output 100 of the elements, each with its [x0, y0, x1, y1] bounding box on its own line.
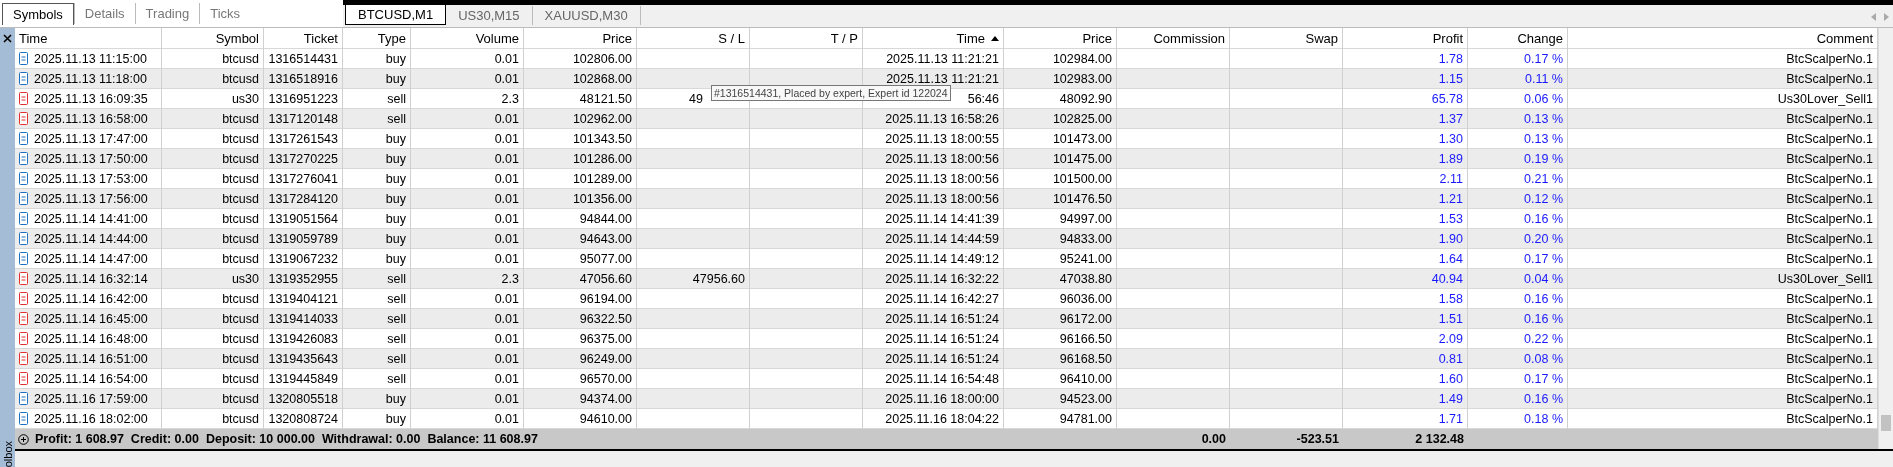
column-header[interactable]: Price — [1004, 28, 1117, 48]
table-cell: 0.18 % — [1524, 411, 1563, 426]
column-header[interactable]: Type — [343, 28, 411, 48]
table-cell: 1.30 — [1438, 131, 1463, 146]
order-icon — [19, 412, 28, 425]
toolbox-label[interactable]: olbox — [0, 440, 15, 467]
scrollbar[interactable] — [1878, 28, 1893, 449]
table-cell: 0.17 % — [1524, 371, 1563, 386]
scroll-right-icon[interactable] — [1884, 13, 1889, 21]
table-cell: 96249.00 — [579, 351, 632, 366]
table-cell: 96194.00 — [579, 291, 632, 306]
table-cell: 1317261543 — [268, 131, 338, 146]
table-cell: 2025.11.16 18:00:00 — [885, 391, 999, 406]
order-icon — [19, 292, 28, 305]
table-cell: 1319051564 — [268, 211, 338, 226]
table-row[interactable]: 2025.11.13 17:53:00 btcusd 1317276041 buy 0.01 101289.00 2025.11.13 18:00:56 101500.00 2.11 0.21 % BtcScalperNo.1 — [15, 169, 1878, 189]
table-cell: 0.08 % — [1524, 351, 1563, 366]
column-header[interactable]: Swap — [1230, 28, 1343, 48]
column-header[interactable]: T / P — [750, 28, 863, 48]
table-cell: btcusd — [222, 51, 259, 66]
table-cell: 1319404121 — [268, 291, 338, 306]
column-header[interactable]: Ticket — [264, 28, 343, 48]
table-row[interactable]: 2025.11.14 16:51:00 btcusd 1319435643 sell 0.01 96249.00 2025.11.14 16:51:24 96168.50 0.81 0.08 % BtcScalperNo.1 — [15, 349, 1878, 369]
table-cell: 0.01 — [494, 211, 519, 226]
table-cell: us30 — [231, 91, 259, 106]
table-cell: 2025.11.14 16:42:27 — [885, 291, 999, 306]
table-cell: 2025.11.13 17:53:00 — [34, 171, 148, 186]
table-cell: 101289.00 — [572, 171, 632, 186]
column-header[interactable]: Profit — [1343, 28, 1468, 48]
table-cell: 2025.11.14 16:45:00 — [34, 311, 148, 326]
panel-tab[interactable]: Symbols — [2, 2, 74, 25]
column-header[interactable]: Volume — [411, 28, 524, 48]
table-row[interactable]: 2025.11.14 16:54:00 btcusd 1319445849 sell 0.01 96570.00 2025.11.14 16:54:48 96410.00 1.60 0.17 % BtcScalperNo.1 — [15, 369, 1878, 389]
table-row[interactable]: 2025.11.14 14:41:00 btcusd 1319051564 buy 0.01 94844.00 2025.11.14 14:41:39 94997.00 1.53 0.16 % BtcScalperNo.1 — [15, 209, 1878, 229]
table-cell: buy — [385, 231, 406, 246]
table-cell: 1.15 — [1438, 71, 1463, 86]
close-icon[interactable] — [3, 34, 12, 43]
chart-tab[interactable]: BTCUSD,M1 — [345, 4, 447, 25]
table-row[interactable]: 2025.11.14 14:47:00 btcusd 1319067232 buy 0.01 95077.00 2025.11.14 14:49:12 95241.00 1.64 0.17 % BtcScalperNo.1 — [15, 249, 1878, 269]
table-cell: 0.01 — [494, 351, 519, 366]
expand-icon[interactable] — [18, 433, 29, 445]
total-swap: -523.51 — [1295, 431, 1340, 448]
order-icon — [19, 272, 28, 285]
order-icon — [19, 352, 28, 365]
table-cell: btcusd — [222, 411, 259, 426]
order-icon — [19, 112, 28, 125]
table-cell: 2025.11.16 18:04:22 — [885, 411, 999, 426]
column-header[interactable]: Price — [524, 28, 637, 48]
table-row[interactable]: 2025.11.13 17:47:00 btcusd 1317261543 buy 0.01 101343.50 2025.11.13 18:00:55 101473.00 1.30 0.13 % BtcScalperNo.1 — [15, 129, 1878, 149]
table-cell: 49 — [689, 91, 703, 106]
table-cell: BtcScalperNo.1 — [1786, 231, 1873, 246]
order-icon — [19, 212, 28, 225]
table-cell: 1.78 — [1438, 51, 1463, 66]
table-cell: 0.13 % — [1524, 131, 1563, 146]
table-row[interactable]: 2025.11.14 16:45:00 btcusd 1319414033 sell 0.01 96322.50 2025.11.14 16:51:24 96172.00 1.51 0.16 % BtcScalperNo.1 — [15, 309, 1878, 329]
order-icon — [19, 72, 28, 85]
panel-tab[interactable]: Details — [73, 3, 135, 24]
table-cell: 2025.11.13 11:18:00 — [34, 71, 147, 86]
column-header[interactable]: Commission — [1117, 28, 1230, 48]
column-header[interactable]: Time — [863, 28, 1004, 48]
table-cell: btcusd — [222, 331, 259, 346]
table-row[interactable]: 2025.11.13 11:18:00 btcusd 1316518916 buy 0.01 102868.00 2025.11.13 11:21:21 102983.00 1.15 0.11 % BtcScalperNo.1 — [15, 69, 1878, 89]
table-row[interactable]: 2025.11.16 18:02:00 btcusd 1320808724 buy 0.01 94610.00 2025.11.16 18:04:22 94781.00 1.71 0.18 % BtcScalperNo.1 — [15, 409, 1878, 429]
table-cell: 2025.11.13 16:58:00 — [34, 111, 148, 126]
table-cell: 2.09 — [1438, 331, 1463, 346]
table-cell: 96036.00 — [1059, 291, 1112, 306]
table-row[interactable]: 2025.11.14 16:48:00 btcusd 1319426083 sell 0.01 96375.00 2025.11.14 16:51:24 96166.50 2.09 0.22 % BtcScalperNo.1 — [15, 329, 1878, 349]
table-cell: 1.21 — [1438, 191, 1463, 206]
scroll-left-icon[interactable] — [1871, 13, 1876, 21]
column-header[interactable]: Change — [1468, 28, 1568, 48]
column-header[interactable]: Time — [15, 28, 162, 48]
table-row[interactable]: 2025.11.14 16:42:00 btcusd 1319404121 sell 0.01 96194.00 2025.11.14 16:42:27 96036.00 1.58 0.16 % BtcScalperNo.1 — [15, 289, 1878, 309]
column-header[interactable]: S / L — [637, 28, 750, 48]
table-cell: 95077.00 — [579, 251, 632, 266]
table-row[interactable]: 2025.11.13 11:15:00 btcusd 1316514431 buy 0.01 102806.00 2025.11.13 11:21:21 102984.00 1.78 0.17 % BtcScalperNo.1 — [15, 49, 1878, 69]
chart-tab[interactable]: US30,M15 — [446, 6, 533, 25]
panel-tab[interactable]: Trading — [134, 3, 200, 24]
table-cell: 0.01 — [494, 331, 519, 346]
table-row[interactable]: 2025.11.16 17:59:00 btcusd 1320805518 buy 0.01 94374.00 2025.11.16 18:00:00 94523.00 1.49 0.16 % BtcScalperNo.1 — [15, 389, 1878, 409]
table-cell: 102962.00 — [572, 111, 632, 126]
table-cell: 2025.11.13 17:50:00 — [34, 151, 148, 166]
table-row[interactable]: 2025.11.14 16:32:14 us30 1319352955 sell 2.3 47056.60 47956.60 2025.11.14 16:32:22 47038.80 40.94 0.04 % Us30Lover_Sell1 — [15, 269, 1878, 289]
column-header[interactable]: Comment — [1568, 28, 1878, 48]
table-cell: btcusd — [222, 351, 259, 366]
table-row[interactable]: 2025.11.13 17:56:00 btcusd 1317284120 buy 0.01 101356.00 2025.11.13 18:00:56 101476.50 1.21 0.12 % BtcScalperNo.1 — [15, 189, 1878, 209]
chart-tab[interactable]: XAUUSD,M30 — [532, 6, 641, 25]
table-cell: 2025.11.14 14:49:12 — [885, 251, 999, 266]
table-cell: BtcScalperNo.1 — [1786, 71, 1873, 86]
column-header[interactable]: Symbol — [162, 28, 264, 48]
table-cell: 1.58 — [1438, 291, 1463, 306]
panel-tab[interactable]: Ticks — [199, 3, 251, 24]
table-cell: 0.21 % — [1524, 171, 1563, 186]
order-icon — [19, 372, 28, 385]
table-row[interactable]: 2025.11.14 14:44:00 btcusd 1319059789 buy 0.01 94643.00 2025.11.14 14:44:59 94833.00 1.90 0.20 % BtcScalperNo.1 — [15, 229, 1878, 249]
table-cell: buy — [385, 151, 406, 166]
table-cell: BtcScalperNo.1 — [1786, 111, 1873, 126]
table-cell: 1.51 — [1438, 311, 1463, 326]
table-row[interactable]: 2025.11.13 17:50:00 btcusd 1317270225 buy 0.01 101286.00 2025.11.13 18:00:56 101475.00 1.89 0.19 % BtcScalperNo.1 — [15, 149, 1878, 169]
total-commission: 0.00 — [1200, 431, 1227, 448]
table-row[interactable]: 2025.11.13 16:58:00 btcusd 1317120148 sell 0.01 102962.00 2025.11.13 16:58:26 102825.00 1.37 0.13 % BtcScalperNo.1 — [15, 109, 1878, 129]
